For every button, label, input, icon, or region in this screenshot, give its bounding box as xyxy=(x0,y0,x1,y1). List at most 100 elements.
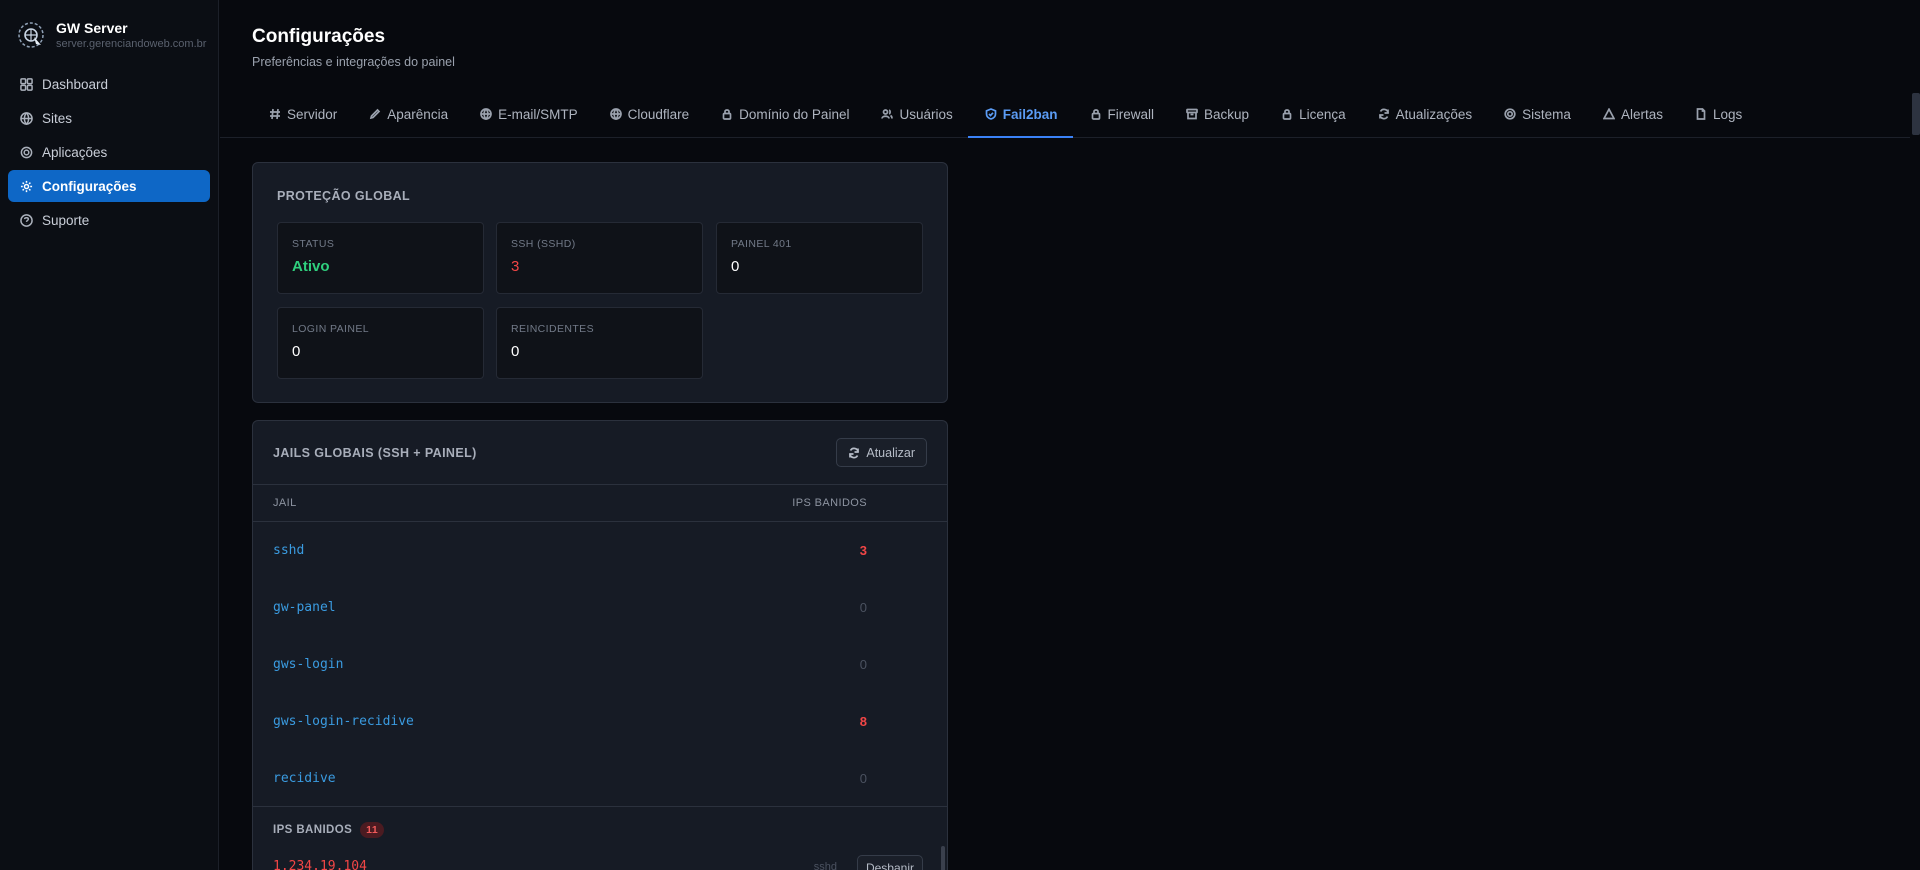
tab-sistema[interactable]: Sistema xyxy=(1487,96,1586,138)
tab-label: Aparência xyxy=(387,106,449,122)
tab-label: Usuários xyxy=(899,106,953,122)
tab-dominio-painel[interactable]: Domínio do Painel xyxy=(704,96,864,138)
tab-servidor[interactable]: Servidor xyxy=(252,96,352,138)
tab-backup[interactable]: Backup xyxy=(1169,96,1264,138)
jails-card: JAILS GLOBAIS (SSH + PAINEL) Atualizar J… xyxy=(252,420,948,870)
tab-label: Sistema xyxy=(1522,106,1571,122)
tab-fail2ban[interactable]: Fail2ban xyxy=(967,96,1073,138)
jail-name[interactable]: gws-login xyxy=(273,657,343,672)
stat-painel-401: PAINEL 401 0 xyxy=(716,222,923,294)
hash-icon xyxy=(270,108,280,120)
table-row[interactable]: gws-login-recidive 8 xyxy=(253,693,947,750)
tab-alertas[interactable]: Alertas xyxy=(1586,96,1678,138)
jails-title: JAILS GLOBAIS (SSH + PAINEL) xyxy=(273,446,477,460)
alert-icon xyxy=(1602,108,1615,120)
tab-licenca[interactable]: Licença xyxy=(1264,96,1361,138)
stat-label: STATUS xyxy=(292,238,335,250)
sidebar-item-label: Aplicações xyxy=(42,144,108,160)
jail-count: 0 xyxy=(859,657,867,672)
refresh-label: Atualizar xyxy=(866,445,915,460)
tab-label: Firewall xyxy=(1107,106,1155,122)
tab-label: Alertas xyxy=(1620,106,1663,122)
tab-label: Fail2ban xyxy=(1002,106,1058,122)
sidebar-item-label: Dashboard xyxy=(42,76,109,92)
table-row[interactable]: sshd 3 xyxy=(253,522,947,579)
unban-button[interactable]: Desbanir xyxy=(856,855,923,870)
col-ips-banidos: IPS BANIDOS xyxy=(792,497,867,509)
tab-label: Backup xyxy=(1204,106,1250,122)
banned-list-scrollbar[interactable] xyxy=(941,846,945,870)
brand-logo-icon xyxy=(16,20,46,50)
jail-count: 0 xyxy=(859,771,867,786)
global-protection-title: PROTEÇÃO GLOBAL xyxy=(277,189,411,203)
tab-email-smtp[interactable]: E-mail/SMTP xyxy=(463,96,593,138)
sidebar-item-sites[interactable]: Sites xyxy=(8,102,210,134)
table-row[interactable]: gw-panel 0 xyxy=(253,579,947,636)
stat-label: REINCIDENTES xyxy=(511,323,594,335)
page-scrollbar-thumb[interactable] xyxy=(1912,93,1920,135)
stat-login-painel: LOGIN PAINEL 0 xyxy=(277,307,484,379)
banned-ips-title: IPS BANIDOS 11 xyxy=(273,822,385,838)
jail-count: 3 xyxy=(859,543,867,558)
refresh-icon xyxy=(1378,108,1389,120)
tab-label: Cloudflare xyxy=(627,106,690,122)
jail-name[interactable]: gw-panel xyxy=(273,600,336,615)
refresh-icon xyxy=(849,447,860,458)
stat-label: PAINEL 401 xyxy=(731,238,792,250)
stat-reincidentes: REINCIDENTES 0 xyxy=(496,307,703,379)
jail-name[interactable]: recidive xyxy=(273,771,336,786)
brand-name: GW Server xyxy=(56,19,128,36)
banned-ips-label: IPS BANIDOS xyxy=(273,824,353,836)
users-icon xyxy=(881,109,894,119)
sidebar-item-configuracoes[interactable]: Configurações xyxy=(8,170,210,202)
brand[interactable]: GW Server server.gerenciandoweb.com.br xyxy=(0,0,218,60)
sidebar-nav: Dashboard Sites Aplicações Configurações… xyxy=(0,68,218,236)
tab-aparencia[interactable]: Aparência xyxy=(352,96,463,138)
sidebar-item-label: Suporte xyxy=(42,212,90,228)
stat-status: STATUS Ativo xyxy=(277,222,484,294)
gear-icon xyxy=(20,180,33,192)
settings-tabs: Servidor Aparência E-mail/SMTP Cloudflar… xyxy=(252,96,1757,138)
globe-icon xyxy=(480,108,492,120)
banned-ip: 1.234.19.104 xyxy=(273,859,367,870)
refresh-button[interactable]: Atualizar xyxy=(836,438,927,467)
tab-atualizacoes[interactable]: Atualizações xyxy=(1361,96,1488,138)
page-title: Configurações xyxy=(252,26,386,47)
stat-label: SSH (SSHD) xyxy=(511,238,576,250)
stat-value: Ativo xyxy=(292,258,330,275)
sidebar-item-aplicacoes[interactable]: Aplicações xyxy=(8,136,210,168)
banned-ips-section: IPS BANIDOS 11 1.234.19.104 sshd Desbani… xyxy=(253,806,947,870)
help-icon xyxy=(20,213,33,227)
archive-icon xyxy=(1186,108,1198,120)
jail-name[interactable]: gws-login-recidive xyxy=(273,714,414,729)
sidebar-item-dashboard[interactable]: Dashboard xyxy=(8,68,210,100)
globe-icon xyxy=(20,111,33,125)
tab-label: Licença xyxy=(1299,106,1346,122)
tab-label: Atualizações xyxy=(1395,106,1473,122)
tab-logs[interactable]: Logs xyxy=(1678,96,1757,138)
global-protection-card: PROTEÇÃO GLOBAL STATUS Ativo SSH (SSHD) … xyxy=(252,162,948,403)
file-icon xyxy=(1696,108,1706,120)
jail-name[interactable]: sshd xyxy=(273,543,304,558)
tab-label: Logs xyxy=(1712,106,1743,122)
tab-label: Servidor xyxy=(287,106,338,122)
table-row[interactable]: gws-login 0 xyxy=(253,636,947,693)
stat-value: 0 xyxy=(731,258,740,275)
lock-icon xyxy=(1282,109,1292,120)
jail-count: 0 xyxy=(859,600,867,615)
table-row[interactable]: recidive 0 xyxy=(253,750,947,807)
stat-label: LOGIN PAINEL xyxy=(292,323,369,335)
tab-cloudflare[interactable]: Cloudflare xyxy=(593,96,705,138)
sidebar-item-suporte[interactable]: Suporte xyxy=(8,204,210,236)
lock-icon xyxy=(722,109,732,120)
jails-table-header: JAIL IPS BANIDOS xyxy=(253,484,947,522)
tab-firewall[interactable]: Firewall xyxy=(1073,96,1170,138)
page-header: Configurações Preferências e integrações… xyxy=(220,0,1920,138)
tab-label: Domínio do Painel xyxy=(739,106,850,122)
lock-icon xyxy=(1091,109,1100,120)
stat-value: 0 xyxy=(511,343,520,360)
page-subtitle: Preferências e integrações do painel xyxy=(252,55,455,69)
globe-icon xyxy=(609,108,622,120)
tab-usuarios[interactable]: Usuários xyxy=(864,96,967,138)
jail-count: 8 xyxy=(859,714,867,729)
